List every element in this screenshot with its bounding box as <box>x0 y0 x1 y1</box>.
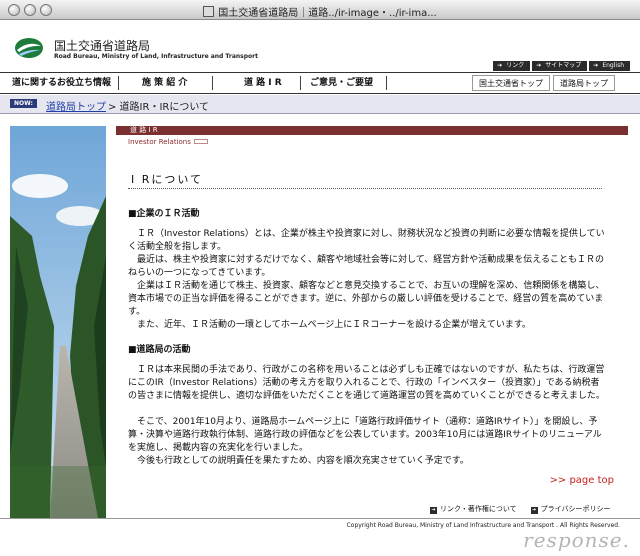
page-top-link[interactable]: >> page top <box>550 475 614 486</box>
forest-road-photo <box>10 126 106 518</box>
nav-divider <box>386 76 387 90</box>
subheading-corporate-ir: ■企業のＩＲ活動 <box>128 209 200 219</box>
paragraph: ＩＲ（Investor Relations）とは、企業が株主や投資家に対し、財務… <box>128 229 605 252</box>
road-bureau-top-link[interactable]: 道路局トップ <box>553 75 615 91</box>
decoration-tag-icon <box>193 139 208 144</box>
page-icon <box>203 6 215 17</box>
mlit-logo-icon[interactable] <box>14 37 44 59</box>
nav-item-policies[interactable]: 施 策 紹 介 <box>142 73 187 93</box>
footer-link-copyright[interactable]: ➔ リンク・著作権について <box>430 504 517 514</box>
heading-divider <box>128 188 602 189</box>
utility-nav: ➔ リンク ➔ サイトマップ ➔ English <box>493 61 630 71</box>
watermark: response. <box>523 528 630 552</box>
window-titlebar: 国土交通省道路局｜道路../ir-image・../ir-ima... <box>0 0 640 20</box>
arrow-right-icon: ➔ <box>530 507 538 514</box>
section-subtitle: Investor Relations <box>128 138 208 146</box>
main-nav: 道に関するお役立ち情報 施 策 紹 介 道 路 I R ご意見・ご要望 国土交通… <box>0 72 640 94</box>
arrow-right-icon: ➔ <box>497 62 503 69</box>
footer-link-privacy[interactable]: ➔ プライバシーポリシー <box>530 504 611 514</box>
paragraph: また、近年、ＩＲ活動の一環としてホームページ上にＩＲコーナーを設ける企業が増えて… <box>137 320 531 330</box>
paragraph: ＩＲは本来民間の手法であり、行政がこの名称を用いることは必ずしも正確ではないので… <box>128 365 605 401</box>
arrow-right-icon: ➔ <box>593 62 599 69</box>
link-button[interactable]: ➔ リンク <box>493 61 531 71</box>
nav-divider <box>118 76 119 90</box>
breadcrumb: NOW: 道路局トップ > 道路IR・IRについて <box>0 95 640 114</box>
breadcrumb-link-road-bureau-top[interactable]: 道路局トップ <box>46 98 106 113</box>
org-name-en: Road Bureau, Ministry of Land, Infrastru… <box>54 53 258 60</box>
page-title: I Rについて <box>131 173 204 186</box>
mlit-top-link[interactable]: 国土交通省トップ <box>472 75 550 91</box>
org-name-jp: 国土交通省道路局 <box>54 39 151 53</box>
paragraph: 今後も行政としての説明責任を果たすため、内容を順次充実させていく予定です。 <box>137 456 469 466</box>
paragraph: 企業はＩＲ活動を通じて株主、投資家、顧客などと意見交換することで、お互いの理解を… <box>128 281 605 317</box>
breadcrumb-current: > 道路IR・IRについて <box>108 102 210 113</box>
main-content: 道 路 I R Investor Relations I Rについて ■企業のＩ… <box>116 126 628 518</box>
nav-item-road-ir[interactable]: 道 路 I R <box>244 73 282 93</box>
paragraph: そこで、2001年10月より、道路局ホームページ上に「道路行政評価サイト（通称：… <box>128 417 602 453</box>
section-bar: 道 路 I R <box>116 126 628 135</box>
footer-divider <box>0 518 640 519</box>
now-badge: NOW: <box>10 99 37 108</box>
subheading-road-bureau: ■道路局の活動 <box>128 345 191 355</box>
nav-divider <box>212 76 213 90</box>
footer-links: ➔ リンク・著作権について ➔ プライバシーポリシー <box>430 504 611 514</box>
arrow-right-icon: ➔ <box>430 507 437 514</box>
arrow-right-icon: ➔ <box>536 62 542 69</box>
nav-item-opinions[interactable]: ご意見・ご要望 <box>310 73 373 93</box>
site-header: 国土交通省道路局 Road Bureau, Ministry of Land, … <box>0 21 640 71</box>
window-title: 国土交通省道路局｜道路../ir-image・../ir-ima... <box>0 4 640 19</box>
nav-divider <box>300 76 301 90</box>
paragraph: 最近は、株主や投資家に対するだけでなく、顧客や地域社会等に対して、経営方針や活動… <box>128 255 605 278</box>
nav-item-useful-info[interactable]: 道に関するお役立ち情報 <box>12 73 111 93</box>
sitemap-button[interactable]: ➔ サイトマップ <box>532 61 588 71</box>
english-button[interactable]: ➔ English <box>589 61 630 71</box>
